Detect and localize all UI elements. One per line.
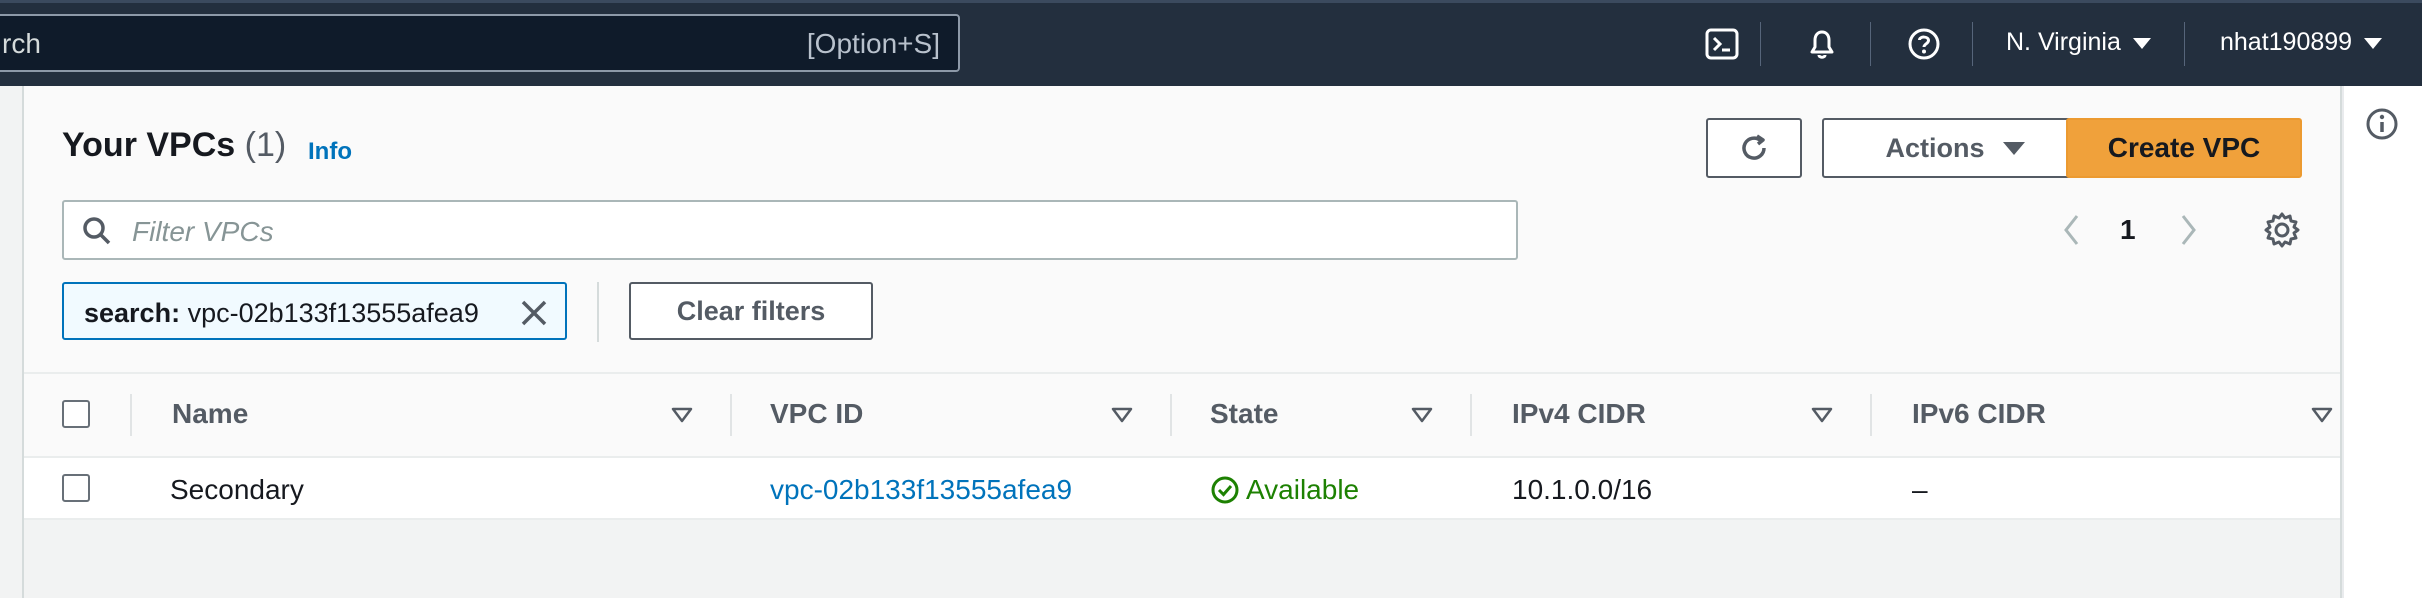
- top-navigation-bar: rch [Option+S] N. Virginia nhat190899: [0, 0, 2422, 86]
- region-label: N. Virginia: [2006, 28, 2121, 56]
- next-page-button[interactable]: [2176, 212, 2200, 253]
- cloudshell-icon[interactable]: [1702, 24, 1742, 64]
- info-panel-toggle[interactable]: [2364, 106, 2400, 147]
- vpc-name-cell: Secondary: [170, 474, 304, 505]
- search-shortcut-hint: [Option+S]: [806, 28, 940, 59]
- chevron-down-icon: [2364, 37, 2383, 49]
- actions-label: Actions: [1885, 132, 1985, 163]
- page-number[interactable]: 1: [2120, 214, 2136, 246]
- column-header-vpc-id[interactable]: VPC ID: [770, 398, 863, 430]
- topbar-divider: [2184, 22, 2185, 66]
- ipv4-cidr-cell: 10.1.0.0/16: [1512, 474, 1653, 505]
- filter-token-text: search: vpc-02b133f13555afea9: [84, 298, 479, 329]
- sort-caret-icon[interactable]: [1810, 406, 1834, 424]
- column-header-name[interactable]: Name: [172, 398, 248, 430]
- info-link[interactable]: Info: [308, 138, 352, 166]
- sort-caret-icon[interactable]: [670, 406, 694, 424]
- filter-token-value: vpc-02b133f13555afea9: [187, 298, 479, 328]
- actions-dropdown-button[interactable]: Actions: [1822, 118, 2088, 178]
- column-divider: [730, 394, 732, 436]
- vpc-state-text: Available: [1246, 474, 1360, 505]
- topbar-accent-line: [0, 0, 2422, 3]
- search-icon: [83, 217, 111, 245]
- bell-icon[interactable]: [1802, 24, 1842, 64]
- create-vpc-label: Create VPC: [2107, 132, 2261, 163]
- vpc-id-link[interactable]: vpc-02b133f13555afea9: [770, 474, 1072, 506]
- table-empty-space: [24, 520, 2340, 598]
- topbar-divider: [1972, 22, 1973, 66]
- sort-caret-icon[interactable]: [1110, 406, 1134, 424]
- info-icon: [2366, 108, 2398, 140]
- vpc-count: (1): [244, 126, 287, 164]
- sort-caret-icon[interactable]: [2310, 406, 2334, 424]
- page-title: Your VPCs (1): [62, 126, 286, 165]
- create-vpc-button[interactable]: Create VPC: [2066, 118, 2302, 178]
- region-selector[interactable]: N. Virginia: [2006, 28, 2151, 57]
- column-divider: [1870, 394, 1872, 436]
- clear-filters-label: Clear filters: [676, 295, 826, 326]
- chevron-left-icon: [2064, 215, 2079, 245]
- chevron-right-icon: [2181, 215, 2196, 245]
- column-divider: [130, 394, 132, 436]
- select-all-checkbox[interactable]: [62, 400, 90, 428]
- column-header-ipv6-cidr[interactable]: IPv6 CIDR: [1912, 398, 2046, 430]
- sort-caret-icon[interactable]: [1410, 406, 1434, 424]
- account-username: nhat190899: [2220, 28, 2353, 56]
- previous-page-button[interactable]: [2060, 212, 2084, 253]
- topbar-divider: [1870, 22, 1871, 66]
- ipv6-cidr-cell: –: [1912, 474, 1928, 505]
- vpc-state-cell: Available: [1210, 474, 1359, 506]
- page-title-text: Your VPCs: [62, 126, 236, 164]
- column-header-ipv4-cidr[interactable]: IPv4 CIDR: [1512, 398, 1646, 430]
- column-header-state[interactable]: State: [1210, 398, 1278, 430]
- filter-placeholder: Filter VPCs: [132, 216, 274, 247]
- table-row[interactable]: [24, 458, 2340, 520]
- token-divider: [597, 282, 599, 342]
- check-circle-icon: [1211, 476, 1239, 504]
- preferences-button[interactable]: [2262, 210, 2302, 255]
- right-help-rail: [2342, 86, 2422, 598]
- topbar-divider: [1760, 22, 1761, 66]
- search-text: rch: [2, 28, 41, 59]
- chevron-down-icon: [2132, 37, 2151, 49]
- gear-icon: [2264, 212, 2300, 248]
- row-select-checkbox[interactable]: [62, 474, 90, 502]
- caret-down-icon: [2002, 141, 2025, 155]
- help-icon[interactable]: [1904, 24, 1944, 64]
- refresh-icon: [1742, 134, 1766, 160]
- close-icon[interactable]: [518, 297, 550, 329]
- filter-token: search: vpc-02b133f13555afea9: [62, 282, 567, 340]
- column-divider: [1470, 394, 1472, 436]
- account-menu[interactable]: nhat190899: [2220, 28, 2383, 57]
- global-search-input[interactable]: rch [Option+S]: [0, 14, 960, 72]
- column-divider: [1170, 394, 1172, 436]
- clear-filters-button[interactable]: Clear filters: [629, 282, 873, 340]
- filter-vpcs-input[interactable]: Filter VPCs: [62, 200, 1518, 260]
- refresh-button[interactable]: [1706, 118, 1802, 178]
- filter-token-key: search:: [84, 298, 181, 328]
